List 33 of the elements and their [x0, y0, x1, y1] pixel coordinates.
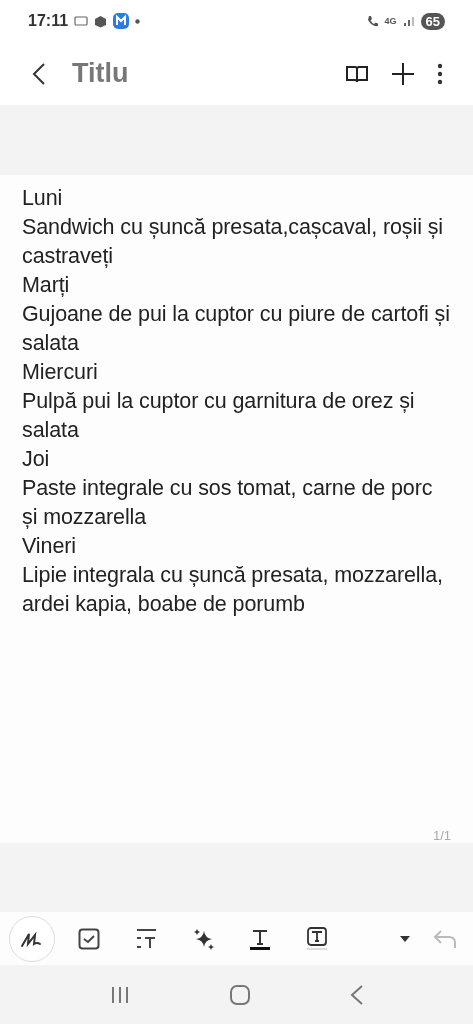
pen-tool[interactable]	[9, 915, 55, 962]
caret-icon	[399, 934, 411, 943]
add-button[interactable]	[391, 61, 415, 86]
battery-indicator: 65	[420, 12, 445, 30]
signal-icon	[402, 15, 415, 27]
app-icon	[113, 13, 130, 29]
call-icon	[365, 14, 379, 28]
book-button[interactable]	[345, 63, 369, 84]
note-line: Marți	[22, 272, 71, 299]
page-number: 1/1	[432, 828, 451, 843]
text-box-icon	[306, 926, 328, 951]
note-line: Paste integrale cu sos tomat, carne de porc și mozzarella	[22, 475, 434, 531]
note-line: Joi	[22, 446, 51, 473]
checkbox-icon	[78, 927, 100, 950]
text-color-icon	[249, 927, 271, 950]
text-style-icon	[134, 927, 158, 950]
note-line: Vineri	[22, 533, 77, 560]
back-nav-button[interactable]	[349, 983, 364, 1006]
note-line: Miercuri	[22, 359, 99, 386]
more-options-button[interactable]	[437, 62, 443, 85]
note-line: Gujoane de pui la cuptor cu piure de cartofi și salata	[22, 301, 451, 357]
note-line: Sandwich cu șuncă presata,cașcaval, roșii și castraveți	[22, 214, 445, 270]
note-title: Titlu	[72, 58, 130, 89]
undo-icon	[433, 928, 457, 949]
note-line: Lipie integrala cu șuncă presata, mozzarella, ardei kapia, boabe de porumb	[22, 562, 444, 618]
note-line: Pulpă pui la cuptor cu garnitura de orez și salata	[22, 388, 416, 444]
recent-apps-button[interactable]	[109, 984, 130, 1005]
back-button[interactable]	[32, 61, 46, 86]
dot-icon	[135, 18, 141, 24]
home-button[interactable]	[228, 983, 251, 1006]
clock-time: 17:11	[28, 12, 69, 30]
network-type: 4G	[384, 16, 397, 26]
note-line: Luni	[22, 185, 64, 212]
